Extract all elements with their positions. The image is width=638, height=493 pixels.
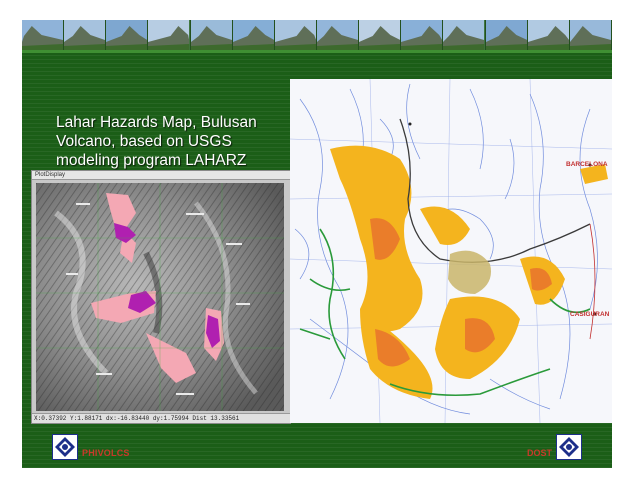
slide-panel: Lahar Hazards Map, Bulusan Volcano, base… xyxy=(22,20,612,468)
map-window-title: PlotDisplay xyxy=(32,171,290,180)
banner-thumbnail xyxy=(22,20,65,50)
banner-thumbnail xyxy=(274,20,317,50)
banner-thumbnail xyxy=(148,20,191,50)
footer-right-label: DOST xyxy=(526,448,552,458)
banner-thumbnail xyxy=(569,20,612,50)
label-casiguran: CASIGURAN xyxy=(570,311,610,318)
banner-thumbnail xyxy=(316,20,360,50)
footer: PHIVOLCS DOST xyxy=(22,426,612,468)
header-banner xyxy=(22,20,612,50)
slide: Lahar Hazards Map, Bulusan Volcano, base… xyxy=(0,0,638,493)
header-divider xyxy=(22,50,612,53)
footer-left-label: PHIVOLCS xyxy=(82,448,130,458)
lahar-hazard-map: BARCELONA CASIGURAN xyxy=(290,79,612,423)
banner-thumbnail xyxy=(190,20,233,50)
banner-thumbnail xyxy=(443,20,486,50)
dost-logo-icon xyxy=(556,434,582,460)
banner-thumbnail xyxy=(64,20,107,50)
hillshade-map xyxy=(36,183,284,411)
hazard-map-svg xyxy=(290,79,612,423)
banner-thumbnail xyxy=(232,20,275,50)
banner-thumbnail xyxy=(359,20,402,50)
laharz-grayscale-map: PlotDisplay X:0.37392 Y:1.88171 dx:-16.8… xyxy=(31,170,291,424)
banner-thumbnail xyxy=(401,20,444,50)
banner-thumbnail xyxy=(106,20,149,50)
slide-title: Lahar Hazards Map, Bulusan Volcano, base… xyxy=(56,114,257,169)
banner-thumbnail xyxy=(485,20,528,50)
hillshade-svg xyxy=(36,183,284,411)
map-status-bar: X:0.37392 Y:1.88171 dx:-16.83440 dy:1.75… xyxy=(32,413,290,423)
label-barcelona: BARCELONA xyxy=(566,161,608,168)
banner-thumbnail xyxy=(527,20,570,50)
phivolcs-logo-icon xyxy=(52,434,78,460)
